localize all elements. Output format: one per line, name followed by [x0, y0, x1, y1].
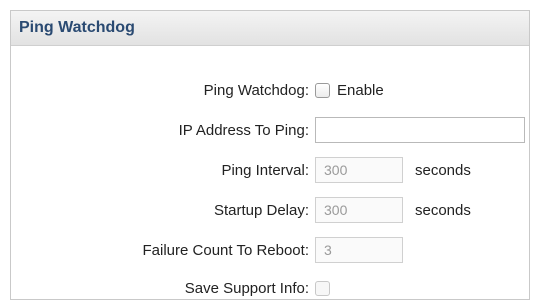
failure-count-input[interactable]: 3 — [315, 237, 403, 263]
ping-watchdog-panel: Ping Watchdog Ping Watchdog: Enable IP A… — [10, 10, 530, 300]
ping-interval-input[interactable]: 300 — [315, 157, 403, 183]
startup-delay-input[interactable]: 300 — [315, 197, 403, 223]
failure-count-field: 3 — [315, 237, 403, 263]
enable-checkbox-label[interactable]: Enable — [337, 82, 384, 99]
ping-interval-row: Ping Interval: 300 seconds — [11, 155, 531, 185]
save-support-checkbox[interactable] — [315, 280, 330, 296]
failure-count-row: Failure Count To Reboot: 3 — [11, 235, 531, 265]
ping-interval-unit: seconds — [415, 161, 471, 179]
failure-count-label: Failure Count To Reboot: — [142, 241, 310, 259]
ip-address-row: IP Address To Ping: — [11, 115, 531, 145]
startup-delay-field: 300 seconds — [315, 197, 471, 223]
ip-address-label: IP Address To Ping: — [178, 121, 309, 139]
ping-watchdog-row: Ping Watchdog: Enable — [11, 75, 531, 105]
panel-title: Ping Watchdog — [11, 11, 529, 46]
save-support-field — [315, 280, 330, 296]
ip-address-input[interactable] — [315, 117, 525, 143]
ping-interval-label: Ping Interval: — [221, 161, 309, 179]
startup-delay-label: Startup Delay: — [213, 201, 309, 219]
ping-interval-field: 300 seconds — [315, 157, 471, 183]
enable-checkbox[interactable] — [315, 82, 330, 98]
ip-address-field — [315, 117, 525, 143]
startup-delay-row: Startup Delay: 300 seconds — [11, 195, 531, 225]
startup-delay-unit: seconds — [415, 201, 471, 219]
save-support-label: Save Support Info: — [184, 279, 309, 297]
ping-watchdog-field: Enable — [315, 82, 384, 99]
ping-watchdog-label: Ping Watchdog: — [203, 81, 309, 99]
save-support-row: Save Support Info: — [11, 273, 531, 303]
